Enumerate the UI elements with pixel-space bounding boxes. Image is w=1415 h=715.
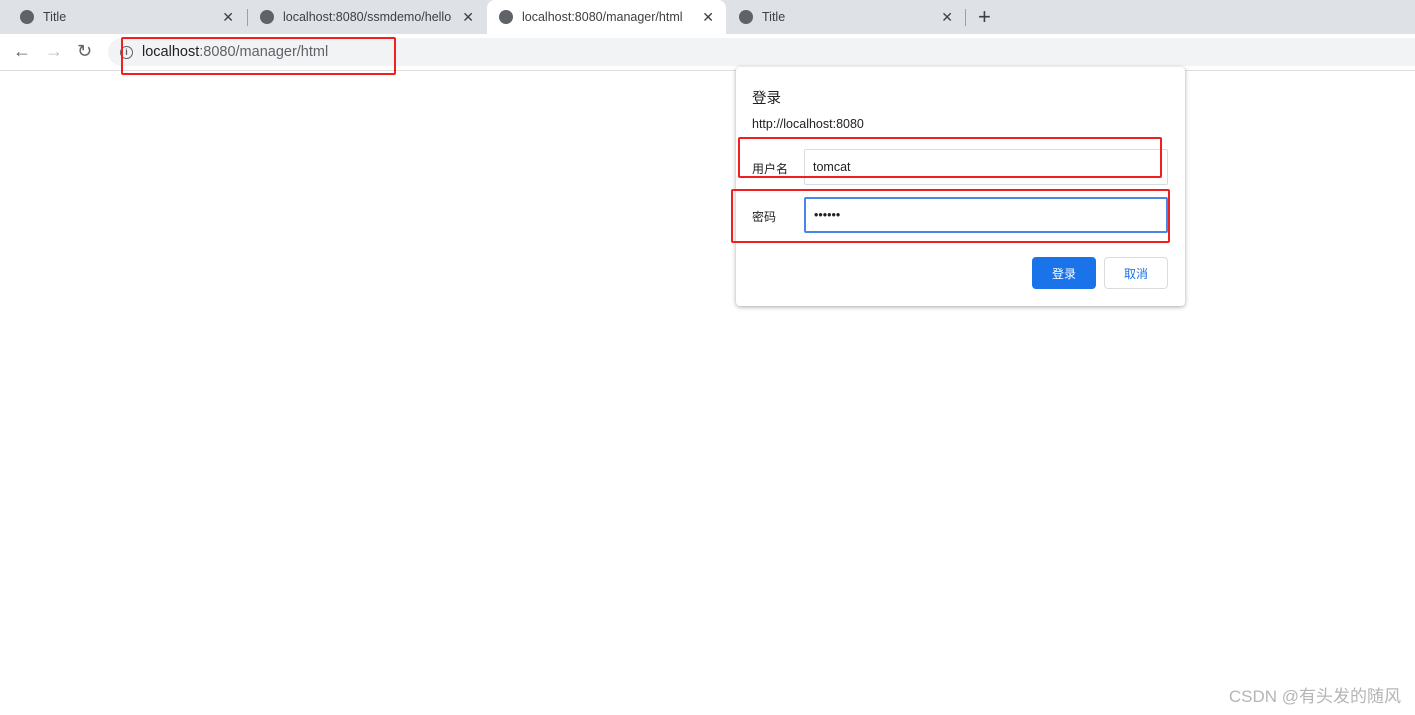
password-label: 密码 [752, 210, 777, 224]
username-input[interactable]: tomcat [804, 149, 1168, 185]
cancel-button[interactable]: 取消 [1104, 257, 1168, 289]
forward-icon[interactable]: → [45, 41, 63, 62]
login-dialog: 登录 http://localhost:8080 用户名 tomcat 密码 •… [736, 67, 1185, 306]
toolbar: ← → ↻ i localhost:8080/manager/html [0, 34, 1415, 71]
globe-icon [739, 10, 753, 24]
dialog-title: 登录 [752, 91, 781, 107]
tab-4[interactable]: Title ✕ [727, 0, 965, 34]
info-icon[interactable]: i [120, 45, 133, 59]
password-input[interactable]: •••••• [804, 197, 1168, 233]
tab-divider [965, 9, 966, 26]
tab-3[interactable]: localhost:8080/manager/html ✕ [487, 0, 726, 34]
close-tab-icon[interactable]: ✕ [702, 9, 714, 26]
watermark: CSDN @有头发的随风 [1228, 687, 1401, 706]
address-bar[interactable]: i localhost:8080/manager/html [108, 38, 1415, 66]
close-tab-icon[interactable]: ✕ [462, 9, 474, 26]
tab-1[interactable]: Title ✕ [8, 0, 246, 34]
username-label: 用户名 [752, 162, 789, 176]
back-icon[interactable]: ← [13, 41, 31, 62]
reload-icon[interactable]: ↻ [77, 41, 92, 62]
globe-icon [260, 10, 274, 24]
close-tab-icon[interactable]: ✕ [941, 9, 953, 26]
globe-icon [499, 10, 513, 24]
login-button[interactable]: 登录 [1032, 257, 1096, 289]
tab-2[interactable]: localhost:8080/ssmdemo/hello ✕ [248, 0, 486, 34]
globe-icon [20, 10, 34, 24]
new-tab-icon[interactable]: + [978, 4, 991, 30]
close-tab-icon[interactable]: ✕ [222, 9, 234, 26]
dialog-origin: http://localhost:8080 [752, 117, 864, 131]
tab-strip: Title ✕ localhost:8080/ssmdemo/hello ✕ loc… [0, 0, 1415, 34]
